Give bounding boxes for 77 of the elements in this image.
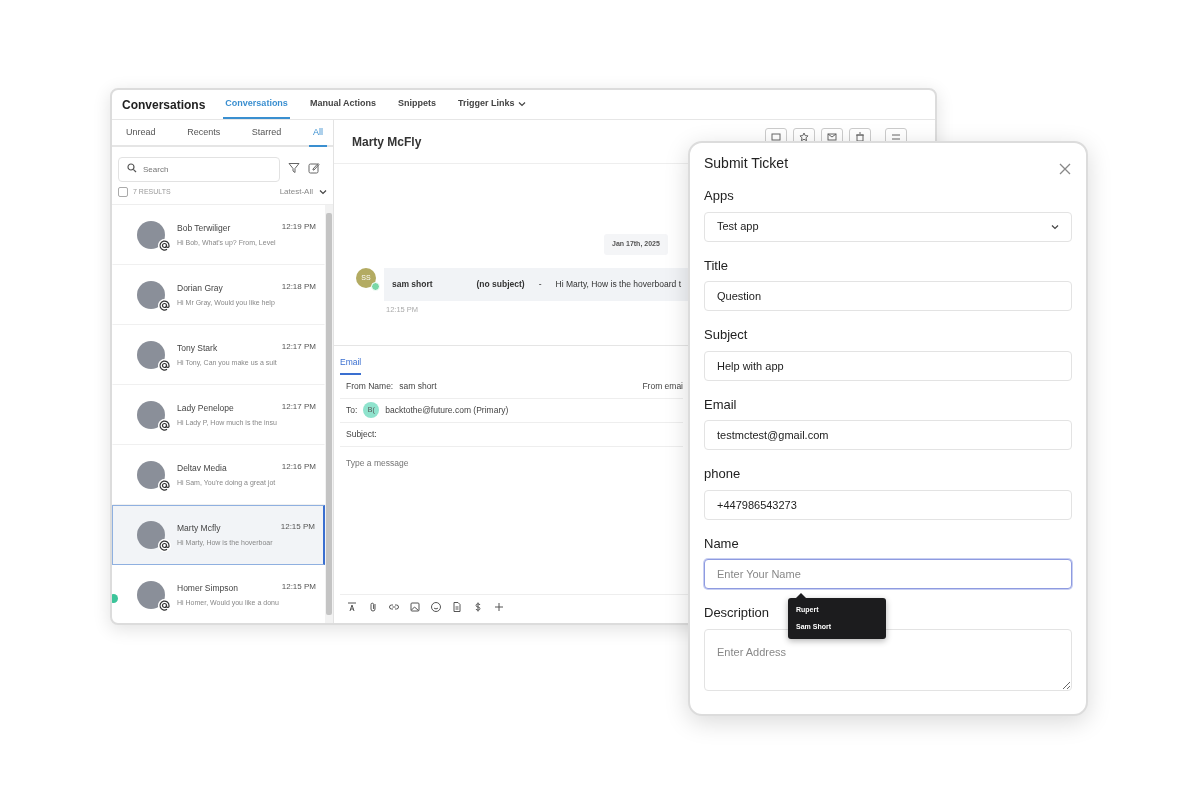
app-title: Conversations xyxy=(122,96,206,114)
document-icon[interactable] xyxy=(451,601,463,613)
input-field[interactable]: Enter Your Name xyxy=(704,559,1072,589)
field-label: Email xyxy=(704,395,737,414)
field-label: Subject xyxy=(704,326,748,344)
caret-icon xyxy=(319,189,327,195)
message-time: 12:15 PM xyxy=(281,581,316,593)
at-icon xyxy=(158,599,171,612)
filter-tab[interactable]: Recents xyxy=(183,120,225,147)
nav-tab[interactable]: Snippets xyxy=(396,90,439,119)
filter-tab[interactable]: Unread xyxy=(122,120,160,147)
message-time: 12:17 PM xyxy=(281,341,316,353)
message-time: 12:18 PM xyxy=(281,281,316,293)
contact-name: Tony Stark xyxy=(177,341,219,355)
description-field[interactable]: Enter Address xyxy=(704,628,1072,691)
message-time: 12:15 PM xyxy=(280,521,315,533)
mail-icon xyxy=(826,131,838,143)
caret-icon xyxy=(517,100,526,107)
at-icon xyxy=(158,419,171,432)
contact-name: Lady Penelope xyxy=(177,401,235,415)
nav-tab[interactable]: Conversations xyxy=(223,90,290,119)
contact-name: Homer Simpson xyxy=(177,581,239,595)
email-badge-icon xyxy=(371,282,380,291)
chevron-icon xyxy=(1051,223,1059,230)
dollar-icon[interactable] xyxy=(472,601,484,613)
message-time: 12:19 PM xyxy=(281,221,316,233)
modal-title: Submit Ticket xyxy=(704,154,789,173)
at-icon xyxy=(158,539,171,552)
search-field[interactable]: Search xyxy=(118,157,280,182)
emoji-icon[interactable] xyxy=(430,601,442,613)
paperclip-icon[interactable] xyxy=(367,601,379,613)
scrollbar[interactable] xyxy=(325,205,333,623)
edit-icon xyxy=(308,162,320,175)
filter-tab[interactable]: Starred xyxy=(247,120,286,147)
input-field[interactable]: testmctest@gmail.com xyxy=(704,420,1072,450)
field-label: Description xyxy=(704,604,770,622)
channel-tab[interactable]: Email xyxy=(340,346,362,375)
from-name-label: From Name: xyxy=(346,379,394,393)
message-bubble: sam short (no subject) - Hi Marty, How is the hoverboard t xyxy=(384,268,689,301)
contact-name: Bob Terwiliger xyxy=(177,221,232,235)
link-icon[interactable] xyxy=(388,601,400,613)
to-label: To: xyxy=(346,403,358,417)
text-format-icon[interactable] xyxy=(346,601,358,613)
contact-name: Deltav Media xyxy=(177,461,228,475)
folder-icon xyxy=(770,131,782,143)
field-label: phone xyxy=(704,465,741,483)
input-field[interactable]: +447986543273 xyxy=(704,489,1072,520)
field-label: Title xyxy=(704,256,729,275)
nav-tab[interactable]: Trigger Links xyxy=(456,90,528,119)
message-time: 12:16 PM xyxy=(281,461,316,473)
contact-name: Marty McFly xyxy=(352,133,422,151)
plus-icon[interactable] xyxy=(493,601,505,613)
field-label: Name xyxy=(704,534,739,553)
at-icon xyxy=(158,239,171,252)
nav-tab[interactable]: Manual Actions xyxy=(307,90,379,119)
message-time: 12:17 PM xyxy=(281,401,316,413)
filter-icon xyxy=(288,162,300,175)
menu-icon xyxy=(890,131,902,143)
recipient-email: backtothe@future.com (Primary) xyxy=(385,403,509,417)
at-icon xyxy=(158,479,171,492)
input-field[interactable]: Help with app xyxy=(704,350,1072,381)
from-name-value: sam short xyxy=(399,379,437,393)
at-icon xyxy=(158,359,171,372)
image-icon[interactable] xyxy=(409,601,421,613)
star-icon xyxy=(798,131,810,143)
at-icon xyxy=(158,299,171,312)
trash-icon xyxy=(854,131,866,143)
app-select[interactable]: Test app xyxy=(704,211,1072,242)
input-field[interactable]: Question xyxy=(704,281,1072,311)
contact-name: Marty Mcfly xyxy=(177,521,222,535)
sort-dropdown[interactable]: Latest-All xyxy=(279,186,327,198)
field-label: Apps xyxy=(704,187,734,205)
from-email-label: From emai xyxy=(642,379,683,393)
contact-name: Dorian Gray xyxy=(177,281,224,295)
filter-tab[interactable]: All xyxy=(308,120,327,147)
subject-label: Subject: xyxy=(346,427,377,441)
search-icon xyxy=(127,163,137,173)
